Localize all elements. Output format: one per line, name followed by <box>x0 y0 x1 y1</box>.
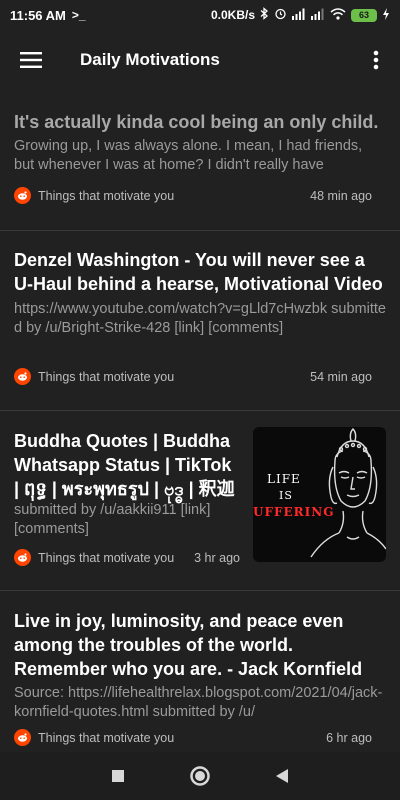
post-title: Live in joy, luminosity, and peace even … <box>14 611 363 679</box>
thumbnail-text: IS <box>279 489 293 502</box>
post-time: 48 min ago <box>310 188 372 203</box>
alarm-icon <box>274 7 287 23</box>
thumbnail-text: UFFERING <box>253 505 335 519</box>
post-meta: Things that motivate you 6 hr ago <box>14 729 372 746</box>
status-bar: 11:56 AM >_ 0.0KB/s 63 <box>0 0 400 30</box>
charging-icon <box>382 7 390 23</box>
square-icon[interactable] <box>77 752 159 800</box>
post-body: Source: https://lifehealthrelax.blogspot… <box>14 685 383 720</box>
thumbnail-text: LIFE <box>267 472 301 486</box>
post-body: submitted by /u/aakkii911 [link] [commen… <box>14 502 211 537</box>
post-item[interactable]: Denzel Washington - You will never see a… <box>0 231 400 411</box>
post-body: Growing up, I was always alone. I mean, … <box>14 138 363 173</box>
post-meta: Things that motivate you 48 min ago <box>14 187 372 204</box>
post-title: Denzel Washington - You will never see a… <box>14 250 383 294</box>
page-title: Daily Motivations <box>80 50 220 69</box>
subreddit-name[interactable]: Things that motivate you <box>38 189 174 203</box>
post-meta: Things that motivate you 3 hr ago <box>14 549 240 566</box>
post-title: It's actually kinda cool being an only c… <box>14 112 379 132</box>
post-title: Buddha Quotes | Buddha Whatsapp Status |… <box>14 431 235 499</box>
system-nav-bar <box>0 752 400 800</box>
post-item[interactable]: Live in joy, luminosity, and peace even … <box>0 591 400 761</box>
more-vert-icon[interactable] <box>352 30 400 90</box>
terminal-icon: >_ <box>71 8 86 22</box>
signal-icon-1 <box>292 8 306 23</box>
status-time: 11:56 AM <box>10 7 66 23</box>
subreddit-name[interactable]: Things that motivate you <box>38 731 174 745</box>
buddha-image <box>310 428 386 558</box>
wifi-icon <box>330 7 346 23</box>
reddit-icon <box>14 187 31 204</box>
post-time: 6 hr ago <box>326 730 372 745</box>
reddit-icon <box>14 729 31 746</box>
post-time: 3 hr ago <box>194 550 240 565</box>
reddit-icon <box>14 368 31 385</box>
signal-icon-2 <box>311 8 325 23</box>
app-toolbar: Daily Motivations <box>0 30 400 90</box>
post-item[interactable]: Buddha Quotes | Buddha Whatsapp Status |… <box>0 411 400 591</box>
post-body: https://www.youtube.com/watch?v=gLld7cHw… <box>14 301 386 336</box>
hamburger-menu-icon[interactable] <box>0 30 62 90</box>
network-speed: 0.0KB/s <box>210 8 255 22</box>
battery-icon: 63 <box>351 8 377 22</box>
post-item[interactable]: It's actually kinda cool being an only c… <box>0 98 400 231</box>
post-feed: It's actually kinda cool being an only c… <box>0 98 400 761</box>
triangle-back-icon[interactable] <box>241 752 323 800</box>
circle-icon[interactable] <box>159 752 241 800</box>
post-time: 54 min ago <box>310 369 372 384</box>
bluetooth-icon <box>260 7 269 23</box>
subreddit-name[interactable]: Things that motivate you <box>38 551 174 565</box>
subreddit-name[interactable]: Things that motivate you <box>38 370 174 384</box>
post-meta: Things that motivate you 54 min ago <box>14 368 372 385</box>
post-thumbnail[interactable]: LIFE IS UFFERING <box>253 427 386 562</box>
reddit-icon <box>14 549 31 566</box>
